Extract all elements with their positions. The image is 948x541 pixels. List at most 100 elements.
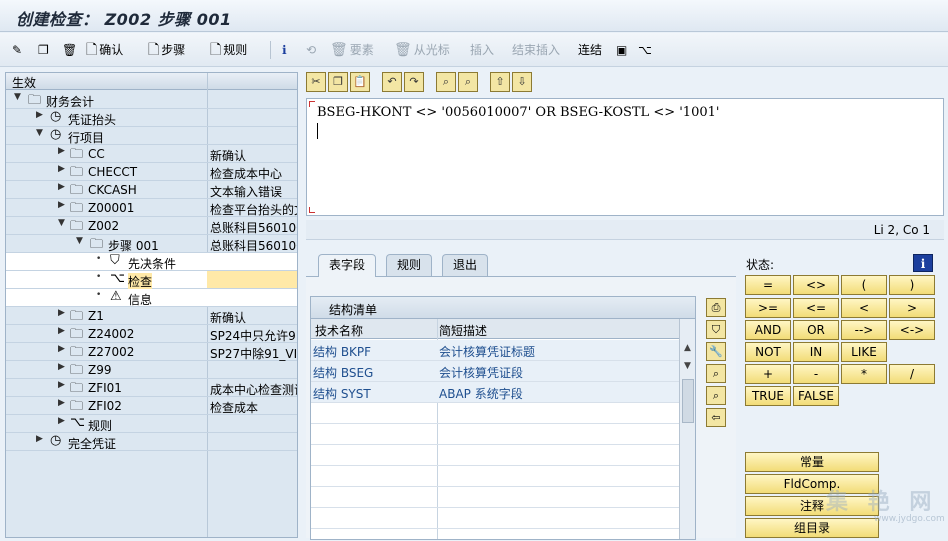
tree-row[interactable]: ▶ ⌥ 规则 (6, 415, 297, 433)
info-icon[interactable]: i (913, 254, 933, 272)
op-right-paren-button[interactable]: ) (889, 275, 935, 295)
find-icon[interactable]: ⌕ (436, 72, 456, 92)
confirm-button[interactable]: 🗋 确认 (86, 41, 123, 59)
find-next-icon[interactable]: ⌕ (706, 386, 726, 405)
op-multiply-button[interactable]: * (841, 364, 887, 384)
op-gt-button[interactable]: > (889, 298, 935, 318)
print-icon[interactable]: ⎙ (706, 298, 726, 317)
wrench-icon[interactable]: 🔧 (706, 342, 726, 361)
op-equal-button[interactable]: = (745, 275, 791, 295)
op-arrow-right-button[interactable]: --> (841, 320, 887, 340)
paste-icon[interactable]: 📋 (350, 72, 370, 92)
expand-down-icon[interactable]: ▼ (58, 218, 68, 228)
step-button[interactable]: 🗋 步骤 (148, 41, 185, 59)
link-button[interactable]: 连结 (578, 41, 602, 59)
undo-icon[interactable]: ↶ (382, 72, 402, 92)
tab-exit[interactable]: 退出 (442, 254, 489, 276)
tree-row[interactable]: ▼ 🗀 步骤 001 总账科目560100 (6, 235, 298, 253)
edit-pencil-icon[interactable]: ✎ (12, 41, 22, 59)
table-row[interactable]: 结构 SYST ABAP 系统字段 (311, 382, 679, 403)
tab-table-fields[interactable]: 表字段 (318, 254, 377, 277)
expand-right-icon[interactable]: ▶ (58, 146, 68, 156)
upload-icon[interactable]: ⇧ (490, 72, 510, 92)
tree-row[interactable]: ▶ 🗀 Z1 新确认 (6, 307, 297, 325)
find-next-icon[interactable]: ⌕ (458, 72, 478, 92)
tree-row[interactable]: ▶ 🗀 ZFI01 成本中心检查测试 (6, 379, 297, 397)
expand-down-icon[interactable]: ▼ (76, 236, 86, 246)
tree-row[interactable]: ▶ 🗀 Z99 (6, 361, 297, 379)
tree-row[interactable]: ▼ 🗀 Z002 总账科目560100 (6, 217, 297, 235)
tree-row[interactable]: ▶ 🗀 Z24002 SP24中只允许91 (6, 325, 297, 343)
back-arrow-icon[interactable]: ⇦ (706, 408, 726, 427)
op-in-button[interactable]: IN (793, 342, 839, 362)
expand-down-icon[interactable]: ▼ (14, 92, 24, 102)
tree-row-selected[interactable]: • ⌥ 检查 (6, 271, 297, 290)
trash-icon[interactable]: 🗑 (62, 41, 77, 59)
op-left-paren-button[interactable]: ( (841, 275, 887, 295)
tree-row[interactable]: ▶ 🗀 Z00001 检查平台抬头的文 (6, 199, 297, 217)
scroll-thumb[interactable] (682, 379, 694, 423)
tab-rules[interactable]: 规则 (386, 254, 433, 276)
redo-icon[interactable]: ↷ (404, 72, 424, 92)
download-icon[interactable]: ⇩ (512, 72, 532, 92)
op-false-button[interactable]: FALSE (793, 386, 839, 406)
op-divide-button[interactable]: / (889, 364, 935, 384)
constant-button[interactable]: 常量 (745, 452, 879, 472)
tree-row[interactable]: ▶ 🗀 ZFI02 检查成本 (6, 397, 297, 415)
expand-right-icon[interactable]: ▶ (58, 398, 68, 408)
expand-right-icon[interactable]: ▶ (58, 362, 68, 372)
group-catalog-button[interactable]: 组目录 (745, 518, 879, 538)
expand-right-icon[interactable]: ▶ (36, 110, 46, 120)
expand-right-icon[interactable]: ▶ (58, 416, 68, 426)
tree-row[interactable]: ▶ 🗀 Z27002 SP27中除91_VII (6, 343, 297, 361)
expand-down-icon[interactable]: ▼ (36, 128, 46, 138)
rule-button[interactable]: 🗋 规则 (210, 41, 247, 59)
expand-right-icon[interactable]: ▶ (58, 326, 68, 336)
expand-right-icon[interactable]: ▶ (58, 200, 68, 210)
tree-row[interactable]: ▶ 🗀 CKCASH 文本输入错误 (6, 181, 297, 199)
expand-right-icon[interactable]: ▶ (58, 344, 68, 354)
structure-icon[interactable]: ⌥ (638, 41, 652, 59)
tree-desc: 总账科目560100 (210, 239, 298, 253)
expand-right-icon[interactable]: ▶ (58, 380, 68, 390)
tree-row[interactable]: ▶ ◷ 凭证抬头 (6, 109, 297, 127)
column-header-desc[interactable]: 简短描述 (439, 322, 487, 339)
op-ge-button[interactable]: >= (745, 298, 791, 318)
op-true-button[interactable]: TRUE (745, 386, 791, 406)
op-like-button[interactable]: LIKE (841, 342, 887, 362)
tree-row[interactable]: ▼ 🗀 财务会计 (6, 91, 297, 109)
op-not-equal-button[interactable]: <> (793, 275, 839, 295)
condition-editor[interactable]: BSEG-HKONT <> '0056010007' OR BSEG-KOSTL… (306, 98, 944, 216)
tree-row[interactable]: ▶ ◷ 完全凭证 (6, 433, 297, 451)
filter-icon[interactable]: ⛉ (706, 320, 726, 339)
tree-row[interactable]: ▶ 🗀 CC 新确认 (6, 145, 297, 163)
info-icon[interactable]: ℹ (282, 41, 287, 59)
tree-row[interactable]: ▼ ◷ 行项目 (6, 127, 297, 145)
op-plus-button[interactable]: + (745, 364, 791, 384)
op-arrow-both-button[interactable]: <-> (889, 320, 935, 340)
scroll-down-icon[interactable]: ▼ (684, 361, 691, 371)
op-or-button[interactable]: OR (793, 320, 839, 340)
op-lt-button[interactable]: < (841, 298, 887, 318)
table-row[interactable]: 结构 BKPF 会计核算凭证标题 (311, 340, 679, 361)
tree-row[interactable]: • ⛉ 先决条件 (6, 253, 297, 271)
tree-row[interactable]: • ⚠ 信息 (6, 289, 297, 307)
find-icon[interactable]: ⌕ (706, 364, 726, 383)
copy-icon[interactable]: ❐ (38, 41, 49, 59)
save-icon[interactable]: ▣ (616, 41, 627, 59)
cut-icon[interactable]: ✂ (306, 72, 326, 92)
expand-right-icon[interactable]: ▶ (58, 308, 68, 318)
op-le-button[interactable]: <= (793, 298, 839, 318)
column-header-name[interactable]: 技术名称 (315, 322, 363, 339)
table-row[interactable]: 结构 BSEG 会计核算凭证段 (311, 361, 679, 382)
op-not-button[interactable]: NOT (745, 342, 791, 362)
scroll-up-icon[interactable]: ▲ (684, 343, 691, 353)
tree-row[interactable]: ▶ 🗀 CHECCT 检查成本中心 (6, 163, 297, 181)
expand-right-icon[interactable]: ▶ (36, 434, 46, 444)
copy-icon[interactable]: ❐ (328, 72, 348, 92)
expand-right-icon[interactable]: ▶ (58, 164, 68, 174)
op-minus-button[interactable]: - (793, 364, 839, 384)
vertical-scrollbar[interactable]: ▲ ▼ (679, 319, 695, 539)
op-and-button[interactable]: AND (745, 320, 791, 340)
expand-right-icon[interactable]: ▶ (58, 182, 68, 192)
